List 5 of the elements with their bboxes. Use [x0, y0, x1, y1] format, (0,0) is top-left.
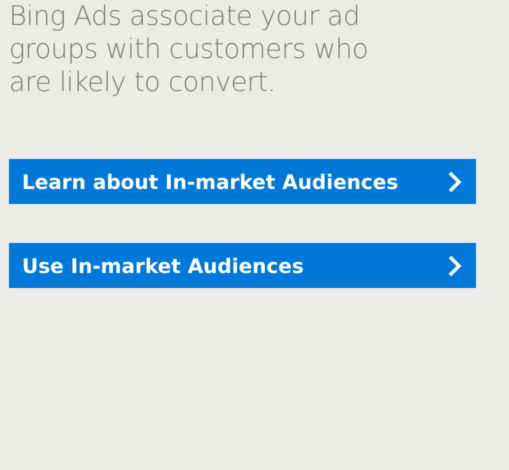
link-button[interactable]: Use In-market Audiences: [9, 243, 476, 288]
chevron-right-icon: [447, 170, 463, 194]
chevron-right-icon: [447, 254, 463, 278]
description-text: Bing Ads associate your ad groups with customers who are likely to convert.: [9, 0, 370, 99]
link-button[interactable]: Learn about In-market Audiences: [9, 159, 476, 204]
